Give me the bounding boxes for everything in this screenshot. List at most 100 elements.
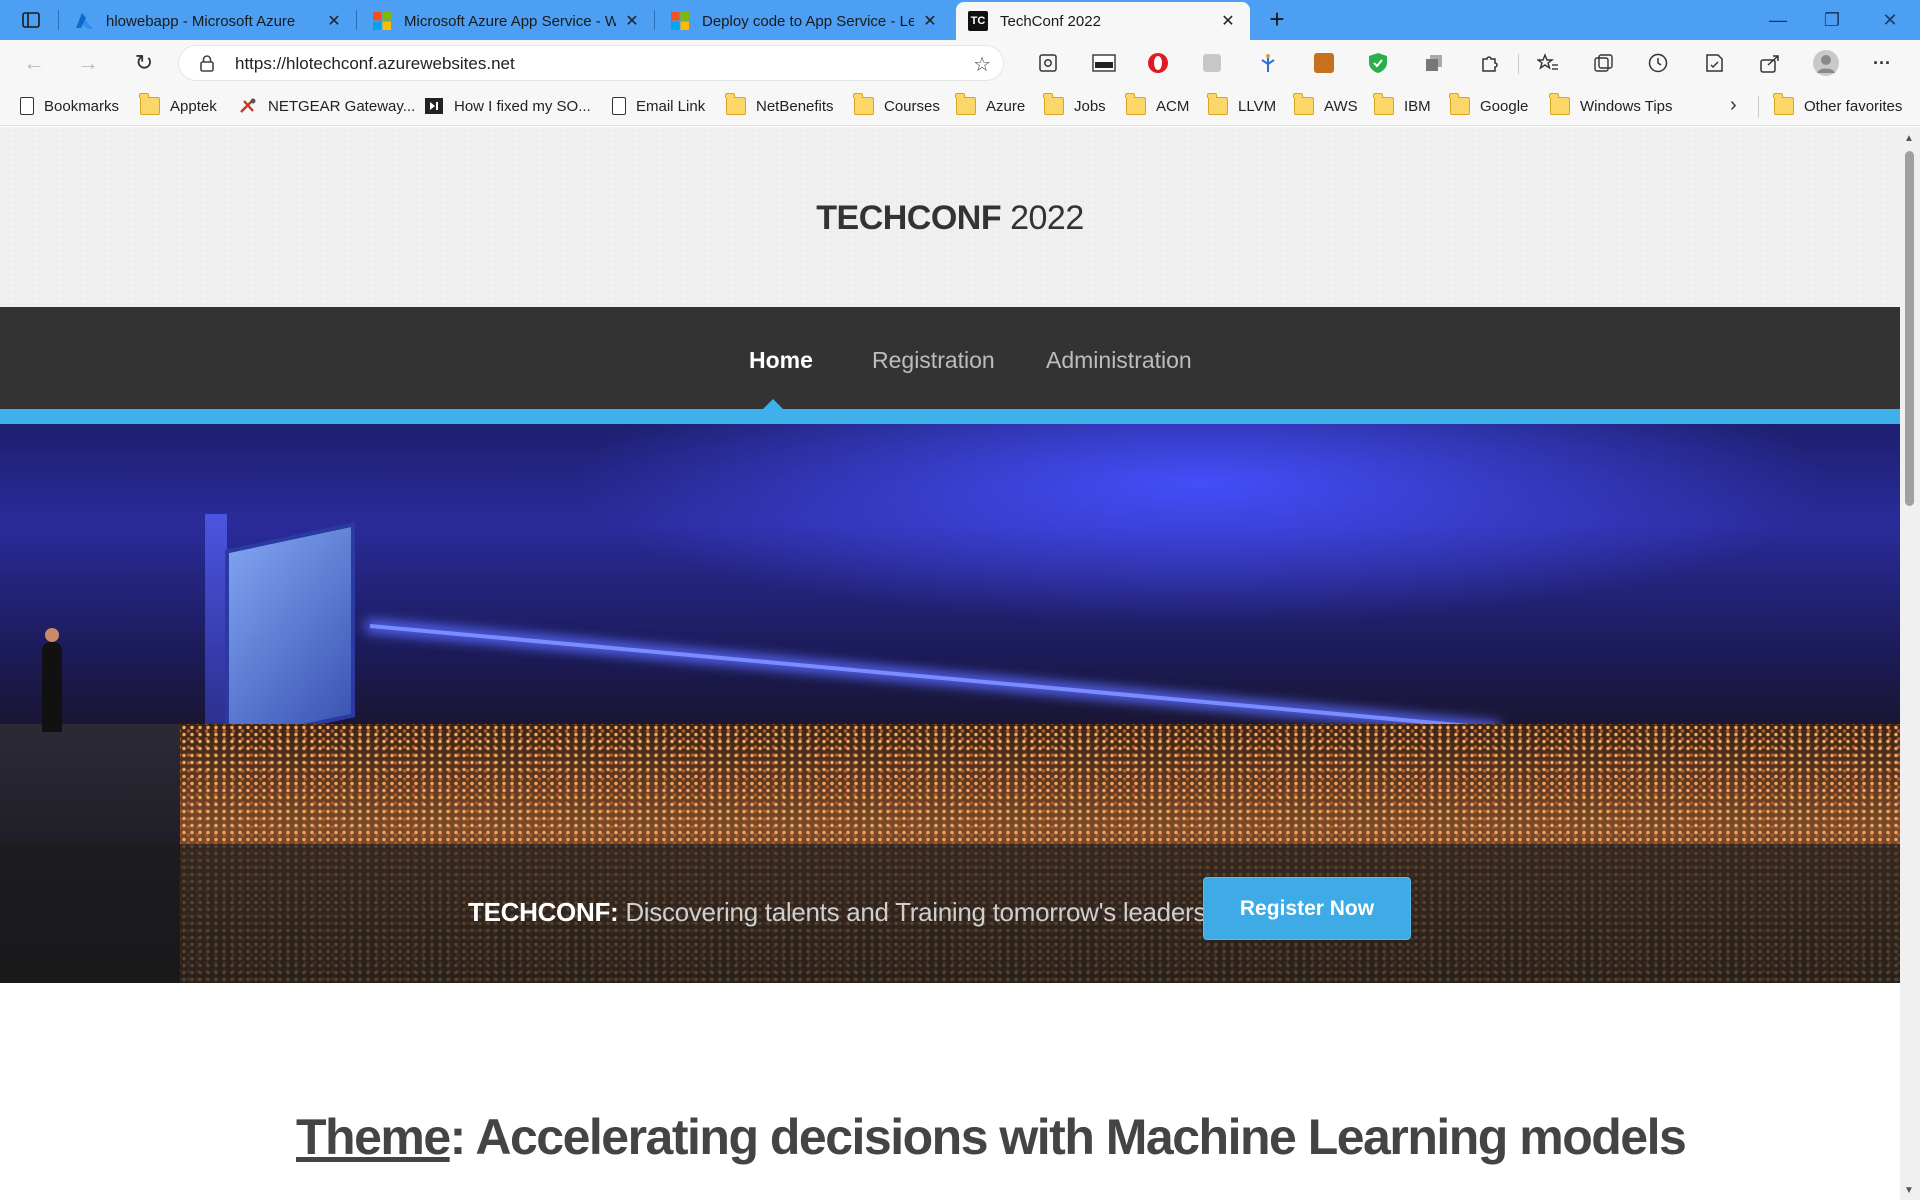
back-button[interactable]: ← — [18, 48, 50, 78]
speaker-figure — [42, 628, 62, 732]
bookmark-label: AWS — [1324, 97, 1358, 115]
tab-azure-app-service[interactable]: Microsoft Azure App Service - W ✕ — [360, 2, 654, 40]
microsoft-icon — [671, 12, 689, 30]
scroll-up-icon[interactable]: ▲ — [1904, 133, 1914, 144]
bookmark-label: Apptek — [170, 97, 217, 115]
close-icon[interactable]: ✕ — [622, 11, 642, 31]
tab-actions-icon[interactable] — [14, 6, 48, 34]
refresh-button[interactable]: ↻ — [128, 48, 160, 78]
brown-extension-icon[interactable] — [1310, 49, 1338, 77]
tab-title: Deploy code to App Service - Le — [702, 12, 914, 30]
nav-registration[interactable]: Registration — [872, 347, 995, 374]
chevron-right-icon[interactable]: › — [1730, 94, 1737, 117]
media-icon — [425, 98, 443, 114]
register-now-button[interactable]: Register Now — [1203, 877, 1411, 940]
url-text[interactable]: https://hlotechconf.azurewebsites.net — [235, 54, 515, 74]
site-title-bold: TECHCONF — [816, 199, 1002, 237]
bookmark-label: Other favorites — [1804, 97, 1903, 115]
azure-icon — [76, 13, 93, 29]
bookmark-folder[interactable]: Apptek — [139, 93, 217, 118]
bookmark-folder[interactable]: LLVM — [1207, 93, 1277, 118]
extensions-puzzle-icon[interactable] — [1476, 49, 1504, 77]
tools-icon — [240, 98, 256, 113]
bookmark-label: NETGEAR Gateway... — [268, 97, 416, 115]
nav-home[interactable]: Home — [749, 347, 813, 374]
light-beam — [369, 624, 1496, 731]
tab-techconf[interactable]: TC TechConf 2022 ✕ — [956, 2, 1250, 40]
antenna-extension-icon[interactable] — [1254, 49, 1282, 77]
bookmark-folder[interactable]: Jobs — [1043, 93, 1106, 118]
shield-icon[interactable] — [1364, 49, 1392, 77]
tab-separator — [654, 10, 655, 30]
bookmark-label: How I fixed my SO... — [454, 97, 591, 115]
share-icon[interactable] — [1756, 49, 1784, 77]
collections-icon[interactable] — [1590, 49, 1618, 77]
bookmark-item[interactable]: How I fixed my SO... — [424, 94, 591, 118]
nav-administration[interactable]: Administration — [1046, 347, 1192, 374]
restore-button[interactable]: ❐ — [1812, 6, 1852, 34]
close-icon[interactable]: ✕ — [1218, 11, 1238, 31]
bookmark-item[interactable]: NETGEAR Gateway... — [238, 94, 415, 118]
bookmark-folder[interactable]: Google — [1449, 93, 1528, 118]
news-extension-icon[interactable] — [1090, 49, 1118, 77]
bookmarks-bar: Bookmarks Apptek NETGEAR Gateway... How … — [0, 86, 1920, 126]
bookmark-folder[interactable]: Courses — [853, 93, 940, 118]
web-page: TECHCONF 2022 Home Registration Administ… — [0, 127, 1900, 1200]
bookmark-item[interactable]: Email Link — [612, 94, 705, 118]
more-options-icon[interactable]: ··· — [1868, 49, 1896, 77]
scroll-down-icon[interactable]: ▼ — [1904, 1185, 1914, 1196]
web-capture-icon[interactable] — [1700, 49, 1728, 77]
bookmark-label: Bookmarks — [44, 97, 120, 115]
site-title-year: 2022 — [1001, 199, 1084, 237]
bookmark-label: Jobs — [1074, 97, 1106, 115]
tab-azure-portal[interactable]: hlowebapp - Microsoft Azure ✕ — [62, 2, 356, 40]
other-favorites-folder[interactable]: Other favorites — [1773, 93, 1903, 118]
projection-screen — [225, 522, 355, 745]
site-header: TECHCONF 2022 — [0, 127, 1900, 307]
tagline-bold: TECHCONF: — [468, 897, 619, 927]
page-icon — [20, 97, 34, 115]
folder-icon — [1449, 93, 1470, 115]
folder-icon — [1207, 93, 1228, 115]
bookmark-item[interactable]: Bookmarks — [20, 94, 119, 118]
folder-icon — [1549, 93, 1570, 115]
accent-stripe — [0, 409, 1900, 424]
extension-settings-icon[interactable] — [1034, 49, 1062, 77]
copy-extension-icon[interactable] — [1420, 49, 1448, 77]
theme-link[interactable]: Theme — [296, 1109, 451, 1165]
bookmark-folder[interactable]: AWS — [1293, 93, 1358, 118]
bookmark-folder[interactable]: IBM — [1373, 93, 1431, 118]
tab-title: Microsoft Azure App Service - W — [404, 12, 616, 30]
bookmark-label: Windows Tips — [1580, 97, 1673, 115]
bookmark-folder[interactable]: NetBenefits — [725, 93, 834, 118]
bookmark-folder[interactable]: ACM — [1125, 93, 1189, 118]
folder-icon — [955, 93, 976, 115]
vertical-scrollbar[interactable]: ▲ ▼ — [1900, 127, 1920, 1200]
tab-title: hlowebapp - Microsoft Azure — [106, 12, 296, 30]
add-favorite-icon[interactable]: ☆ — [973, 52, 991, 77]
scrollbar-thumb[interactable] — [1905, 151, 1914, 506]
bookmark-label: LLVM — [1238, 97, 1277, 115]
new-tab-button[interactable]: + — [1262, 6, 1292, 34]
folder-icon — [1773, 93, 1794, 115]
address-bar[interactable]: https://hlotechconf.azurewebsites.net ☆ — [178, 45, 1004, 81]
tagline-text: Discovering talents and Training tomorro… — [618, 897, 1207, 927]
folder-icon — [139, 93, 160, 115]
bookmark-folder[interactable]: Windows Tips — [1549, 93, 1673, 118]
grey-extension-icon[interactable] — [1198, 49, 1226, 77]
folder-icon — [1373, 93, 1394, 115]
page-icon — [612, 97, 626, 115]
minimize-button[interactable]: — — [1758, 6, 1798, 34]
bookmark-folder[interactable]: Azure — [955, 93, 1025, 118]
history-icon[interactable] — [1644, 49, 1672, 77]
close-window-button[interactable]: ✕ — [1870, 6, 1910, 34]
forward-button[interactable]: → — [72, 48, 104, 78]
close-icon[interactable]: ✕ — [920, 11, 940, 31]
browser-tab-strip: hlowebapp - Microsoft Azure ✕ Microsoft … — [0, 0, 1920, 40]
close-icon[interactable]: ✕ — [324, 11, 344, 31]
profile-avatar-icon[interactable] — [1812, 49, 1840, 77]
theme-heading: Theme: Accelerating decisions with Machi… — [296, 1108, 1687, 1166]
tab-deploy-code[interactable]: Deploy code to App Service - Le ✕ — [658, 2, 952, 40]
favorites-icon[interactable] — [1534, 49, 1562, 77]
opera-extension-icon[interactable] — [1144, 49, 1172, 77]
